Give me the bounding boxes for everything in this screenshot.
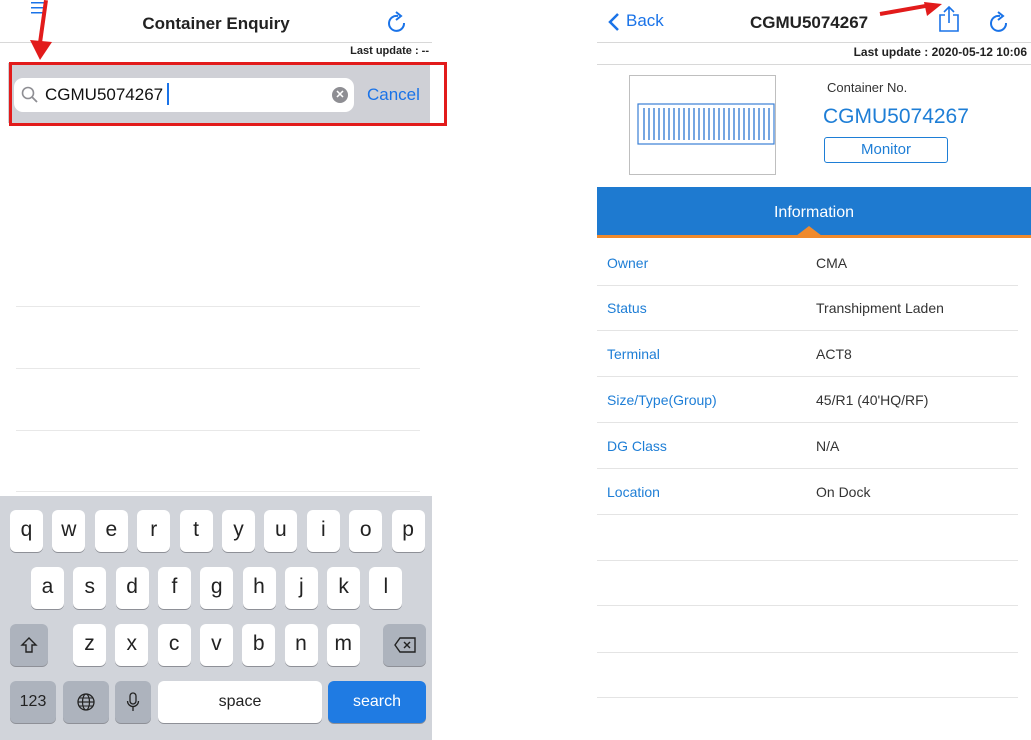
container-enquiry-screen: Container Enquiry Last update : -- CGMU5… [0, 0, 447, 740]
key-4[interactable]: t [179, 510, 213, 552]
key-2[interactable]: e [94, 510, 128, 552]
key-1[interactable]: x [115, 624, 149, 666]
globe-icon [77, 693, 95, 711]
microphone-icon [126, 692, 140, 711]
on-screen-keyboard: 123 space search qwertyuiop asdfghjkl zxcv… [0, 496, 432, 740]
key-2[interactable]: d [115, 567, 149, 609]
list-divider [16, 491, 420, 492]
key-5[interactable]: n [284, 624, 318, 666]
info-row-label: Size/Type(Group) [607, 392, 717, 408]
refresh-icon[interactable] [386, 10, 408, 34]
list-divider [597, 652, 1018, 653]
monitor-button[interactable]: Monitor [824, 137, 948, 163]
key-3[interactable]: r [137, 510, 171, 552]
shift-icon [20, 637, 38, 653]
chevron-left-icon[interactable] [608, 12, 620, 32]
key-1[interactable]: w [52, 510, 86, 552]
key-5[interactable]: h [242, 567, 276, 609]
globe-key[interactable] [63, 681, 109, 723]
key-5[interactable]: y [222, 510, 255, 552]
page-title: CGMU5074267 [750, 13, 869, 32]
shift-key[interactable] [10, 624, 48, 666]
list-divider [16, 368, 420, 369]
search-highlight-box [9, 62, 447, 126]
key-3[interactable]: v [199, 624, 233, 666]
key-6[interactable]: m [326, 624, 360, 666]
key-0[interactable]: q [10, 510, 43, 552]
info-row-value: Transhipment Laden [816, 300, 944, 316]
info-row-value: CMA [816, 255, 848, 271]
tab-information[interactable]: Information [597, 204, 1031, 222]
container-thumbnail [629, 75, 776, 175]
header-divider [0, 42, 432, 43]
info-row-divider [597, 330, 1018, 331]
key-7[interactable]: i [306, 510, 340, 552]
last-update-text: Last update : -- [350, 45, 429, 57]
info-row-divider [597, 514, 1018, 515]
tab-indicator-caret [796, 226, 822, 236]
search-key[interactable]: search [328, 681, 426, 723]
info-row-label: Terminal [607, 346, 660, 362]
backspace-key[interactable] [383, 624, 426, 666]
key-0[interactable]: a [31, 567, 64, 609]
container-no-label: Container No. [827, 80, 908, 95]
info-row-divider [597, 376, 1018, 377]
key-3[interactable]: f [157, 567, 191, 609]
info-row-label: Owner [607, 255, 649, 271]
info-row-divider [597, 422, 1018, 423]
list-divider [16, 306, 420, 307]
key-7[interactable]: k [327, 567, 361, 609]
key-6[interactable]: j [284, 567, 318, 609]
container-no-value: CGMU5074267 [823, 105, 969, 128]
update-divider [597, 64, 1031, 65]
info-row-value: 45/R1 (40'HQ/RF) [816, 392, 929, 408]
numbers-key[interactable]: 123 [10, 681, 56, 723]
refresh-icon[interactable] [988, 10, 1010, 34]
key-8[interactable]: l [369, 567, 403, 609]
list-divider [597, 560, 1018, 561]
info-row-value: On Dock [816, 484, 871, 500]
info-row-label: Location [607, 484, 660, 500]
key-9[interactable]: p [391, 510, 425, 552]
backspace-icon [393, 637, 416, 653]
key-4[interactable]: g [200, 567, 234, 609]
info-row-divider [597, 285, 1018, 286]
info-row-value: N/A [816, 438, 840, 454]
info-row-label: Status [607, 300, 647, 316]
key-0[interactable]: z [73, 624, 106, 666]
key-2[interactable]: c [157, 624, 191, 666]
page-title: Container Enquiry [142, 14, 290, 33]
microphone-key[interactable] [115, 681, 151, 723]
list-divider [16, 430, 420, 431]
info-row-value: ACT8 [816, 346, 852, 362]
key-8[interactable]: o [349, 510, 383, 552]
key-1[interactable]: s [73, 567, 107, 609]
container-icon [637, 103, 775, 145]
last-update-text: Last update : 2020-05-12 10:06 [853, 45, 1027, 59]
info-row-label: DG Class [607, 438, 667, 454]
list-divider [597, 605, 1018, 606]
info-row-divider [597, 468, 1018, 469]
list-divider [597, 697, 1018, 698]
space-key[interactable]: space [158, 681, 322, 723]
key-4[interactable]: b [242, 624, 276, 666]
back-button[interactable]: Back [626, 11, 664, 31]
key-6[interactable]: u [264, 510, 298, 552]
header-divider [597, 42, 1031, 43]
